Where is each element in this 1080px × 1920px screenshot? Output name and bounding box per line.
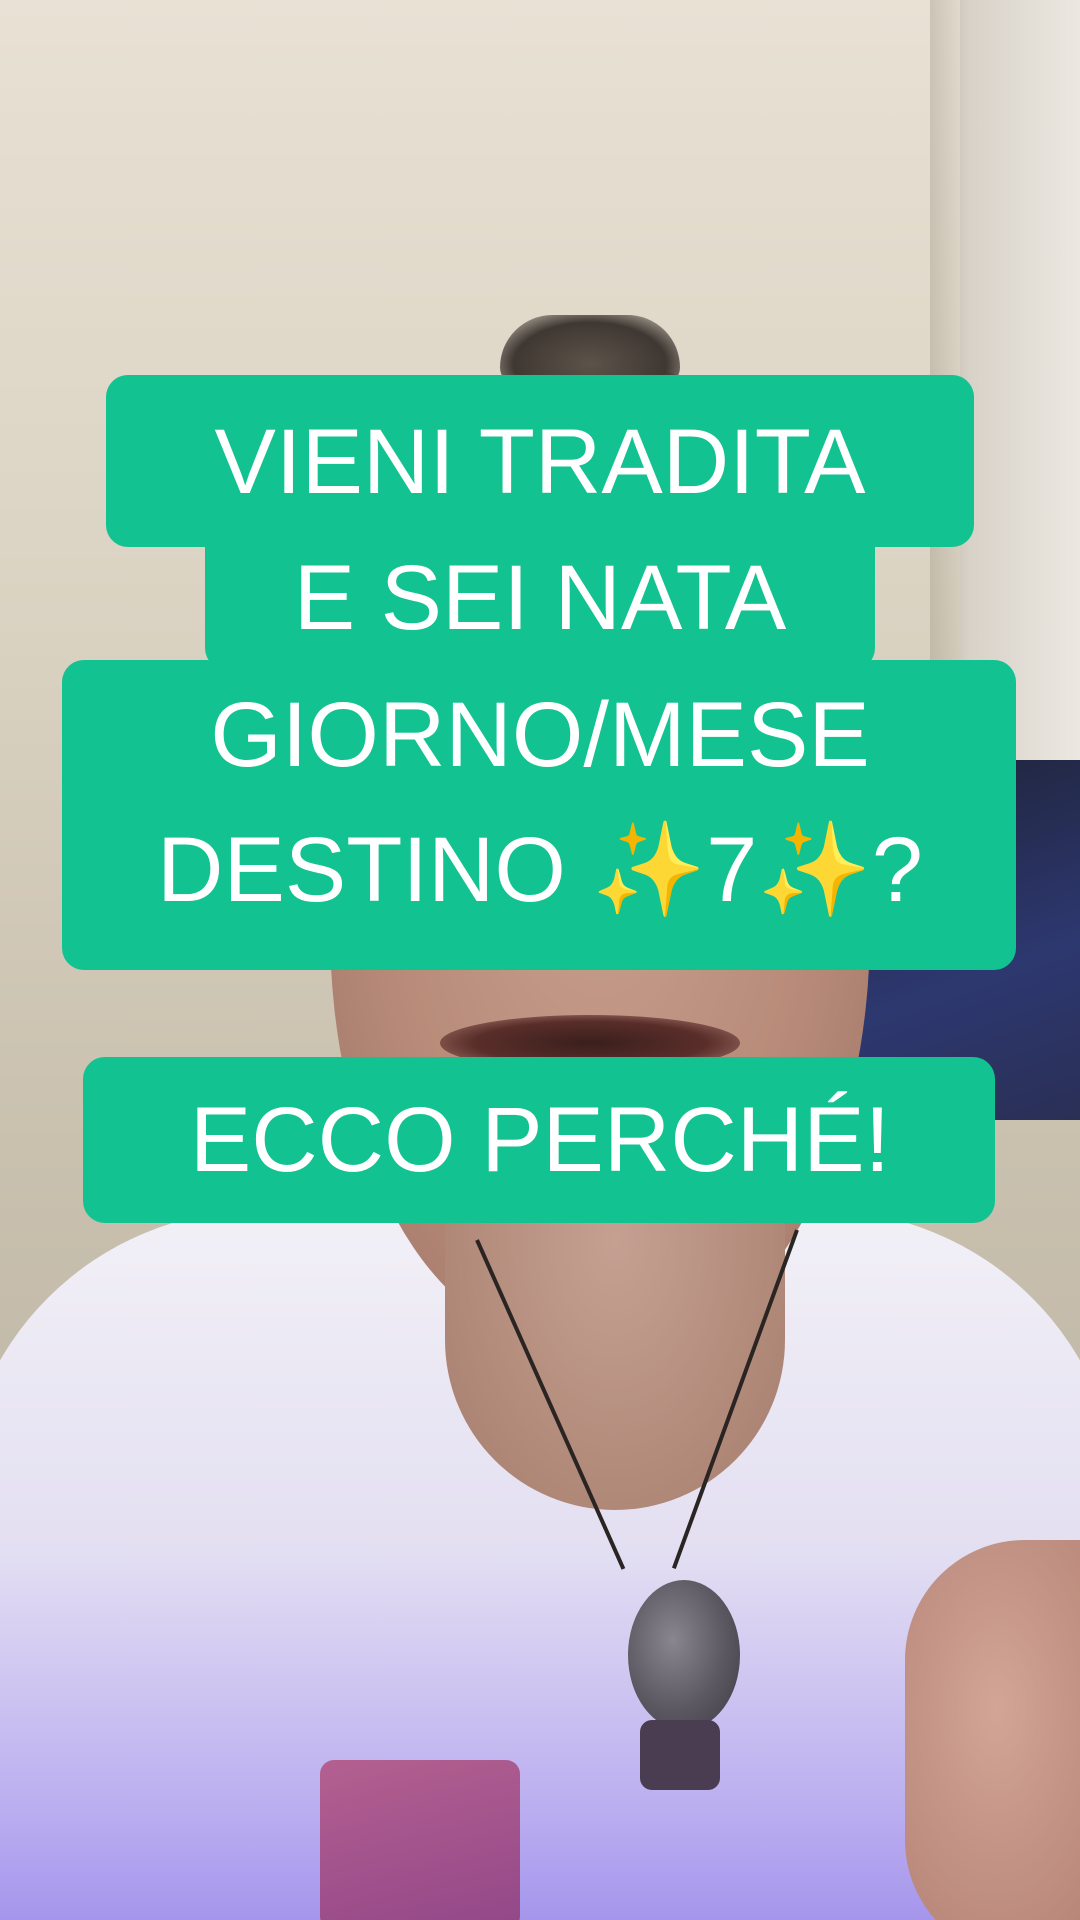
video-frame: VIENI TRADITA E SEI NATA GIORNO/MESE DES…	[0, 0, 1080, 1920]
caption-answer: ECCO PERCHÉ!	[189, 1089, 891, 1191]
lavalier-microphone	[628, 1580, 740, 1730]
tshirt-print	[320, 1760, 520, 1920]
microphone-clip	[640, 1720, 720, 1790]
caption-line-4: DESTINO ✨7✨?	[157, 819, 923, 921]
person-hand	[905, 1540, 1080, 1920]
caption-line-3: GIORNO/MESE	[210, 684, 870, 786]
caption-line-2: E SEI NATA	[293, 547, 787, 649]
caption-line-1: VIENI TRADITA	[214, 411, 866, 513]
